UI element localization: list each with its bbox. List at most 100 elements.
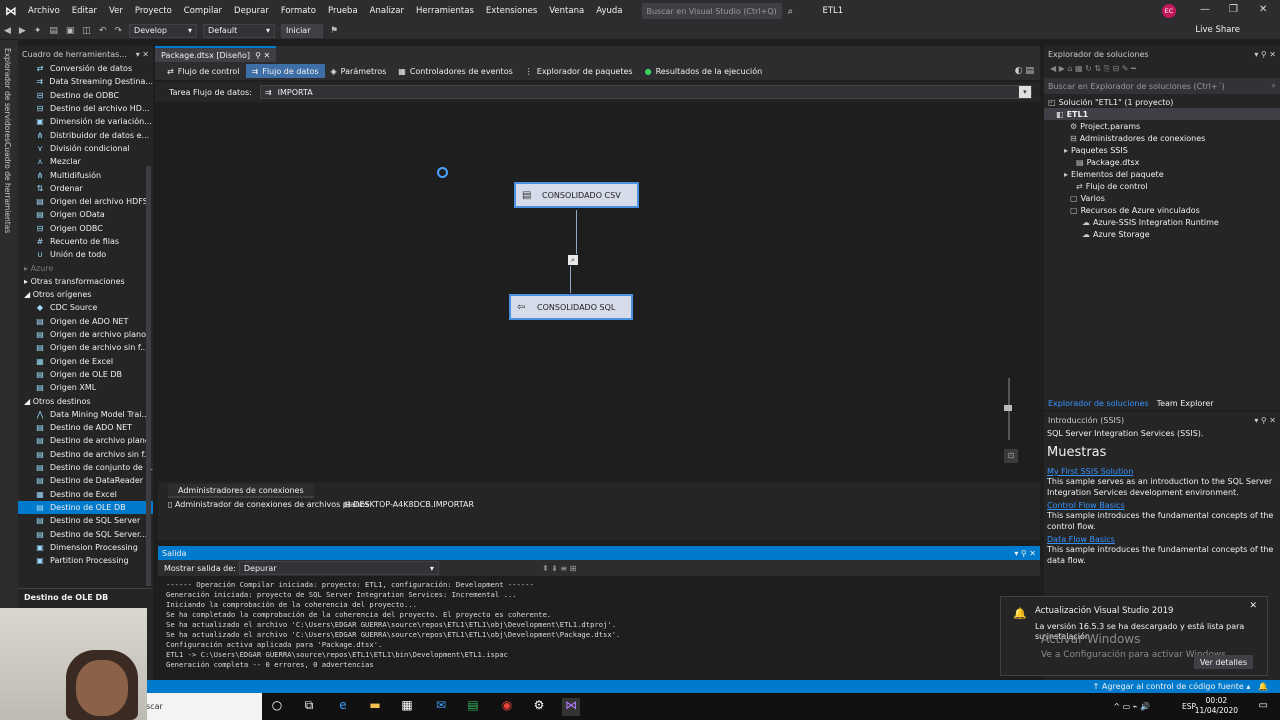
toolbox-group-otras-transformaciones[interactable]: ▸ Otras transformaciones (18, 275, 153, 288)
tab-package-design[interactable]: Package.dtsx [Diseño] ⚲ ✕ (155, 46, 277, 62)
tree-node[interactable]: ▢ Varios (1044, 192, 1280, 204)
pin-icon[interactable]: ⚲ (255, 51, 261, 60)
sample-link[interactable]: Data Flow Basics (1044, 532, 1280, 544)
toolbox-item[interactable]: ▤ Origen XML (18, 381, 153, 394)
panel-controls-icon[interactable]: ▾ ⚲ ✕ (1014, 549, 1036, 558)
menu-ver[interactable]: Ver (103, 6, 129, 16)
chrome-icon[interactable]: ◉ (498, 698, 516, 716)
close-icon[interactable]: ▾ ⚲ ✕ (1254, 416, 1276, 425)
toolbox-item[interactable]: ⇄ Conversión de datos (18, 62, 153, 75)
toolbox-item[interactable]: ▣ Dimension Processing (18, 541, 153, 554)
toolbox-item[interactable]: ▤ Destino de DataReader (18, 474, 153, 487)
toolbox-item[interactable]: ▤ Origen de archivo plano (18, 328, 153, 341)
excel-icon[interactable]: ▤ (464, 698, 482, 716)
data-path-line[interactable] (576, 210, 577, 254)
solution-explorer-search[interactable]: Buscar en Explorador de soluciones (Ctrl… (1044, 78, 1280, 94)
redo-icon[interactable]: ↷ (110, 26, 126, 36)
minimize-icon[interactable]: — (1200, 4, 1210, 15)
tab-flujo-de-control[interactable]: ⇄ Flujo de control (161, 64, 246, 78)
menu-extensiones[interactable]: Extensiones (480, 6, 543, 16)
toolbox-item[interactable]: ▤ Origen OData (18, 208, 153, 221)
store-icon[interactable]: ▦ (398, 698, 416, 716)
search-input[interactable]: Buscar en Visual Studio (Ctrl+Q) (642, 3, 783, 19)
tab-team-explorer[interactable]: Team Explorer (1153, 399, 1218, 408)
output-source-dropdown[interactable]: Depurar ▾ (238, 561, 439, 575)
menu-herramientas[interactable]: Herramientas (410, 6, 480, 16)
toolbox-item[interactable]: ▤ Destino de conjunto de ... (18, 461, 153, 474)
tab-explorador-de-paquetes[interactable]: ⋮ Explorador de paquetes (519, 64, 639, 78)
toolbox-item[interactable]: ⋏ Mezclar (18, 155, 153, 168)
tab-resultados-de-la-ejecucion[interactable]: ● Resultados de la ejecución (639, 64, 769, 78)
toolbox-item[interactable]: ⇅ Ordenar (18, 182, 153, 195)
menu-analizar[interactable]: Analizar (364, 6, 410, 16)
configuration-dropdown[interactable]: Develop ▾ (129, 23, 198, 38)
toolbox-item[interactable]: ▤ Destino de SQL Server (18, 514, 153, 527)
connection-manager-oledb[interactable]: ⊟ DESKTOP-A4K8DCB.IMPORTAR (344, 500, 474, 509)
toolbox-item[interactable]: ▤ Destino de archivo plano (18, 434, 153, 447)
toolbox-item[interactable]: ▤ Origen de archivo sin f... (18, 341, 153, 354)
open-folder-icon[interactable]: ▤ (45, 26, 62, 36)
forward-icon[interactable]: ▶ (15, 26, 30, 36)
toolbox-item[interactable]: ◆ CDC Source (18, 301, 153, 314)
component-consolidado-csv[interactable]: ▤ CONSOLIDADO CSV (514, 182, 639, 208)
new-project-icon[interactable]: ✦ (30, 26, 46, 36)
menu-ayuda[interactable]: Ayuda (590, 6, 628, 16)
toolbox-item[interactable]: ▤ Destino de OLE DB (18, 500, 153, 515)
avatar[interactable]: EC (1162, 4, 1176, 18)
menu-prueba[interactable]: Prueba (322, 6, 364, 16)
visual-studio-icon[interactable]: ⋈ (562, 698, 580, 716)
search-icon[interactable]: ⌕ (1272, 81, 1280, 91)
tree-node[interactable]: ▢ Recursos de Azure vinculados (1044, 204, 1280, 216)
tree-node[interactable]: ◧ ETL1 (1044, 108, 1280, 120)
tree-node[interactable]: ▸ Elementos del paquete (1044, 168, 1280, 180)
cortana-icon[interactable]: ○ (268, 698, 286, 716)
close-icon[interactable]: ✕ (1249, 601, 1257, 611)
search-icon[interactable]: ⌕ (782, 6, 798, 17)
menu-editar[interactable]: Editar (66, 6, 103, 16)
toolbox-item[interactable]: ▦ Origen de Excel (18, 355, 153, 368)
notifications-icon[interactable]: 🔔 (1258, 682, 1268, 691)
data-path-line-lower[interactable] (570, 266, 571, 293)
toolbox-item[interactable]: ▤ Origen del archivo HDFS (18, 195, 153, 208)
component-consolidado-sql[interactable]: ⇦ CONSOLIDADO SQL (509, 294, 633, 320)
data-flow-canvas[interactable]: ▤ CONSOLIDADO CSV ⌕ ⇦ CONSOLIDADO SQL ⊡ (158, 103, 1038, 478)
connection-manager-flat-file[interactable]: ▯ Administrador de conexiones de archivo… (168, 500, 369, 509)
close-icon[interactable]: ▾ ⚲ ✕ (1254, 50, 1276, 59)
data-viewer-icon[interactable]: ⌕ (568, 255, 578, 265)
toolbox-item[interactable]: # Recuento de filas (18, 235, 153, 248)
close-icon[interactable]: ▾ ✕ (136, 50, 149, 59)
toolbox-item[interactable]: ▤ Origen de ADO NET (18, 315, 153, 328)
toolbox-item[interactable]: ⇉ Data Streaming Destina... (18, 75, 153, 88)
task-dropdown[interactable]: ⇉ IMPORTA ▾ (259, 85, 1032, 99)
tree-node[interactable]: ⇄ Flujo de control (1044, 180, 1280, 192)
toolbox-item[interactable]: ▤ Destino de SQL Server... (18, 527, 153, 540)
toolbox-item[interactable]: ▦ Destino de Excel (18, 488, 153, 501)
add-to-source-control[interactable]: Agregar al control de código fuente (1102, 682, 1244, 691)
platform-dropdown[interactable]: Default ▾ (203, 23, 276, 38)
toolbox-item[interactable]: ⊟ Destino de ODBC (18, 89, 153, 102)
toolbox-item[interactable]: ▤ Destino de ADO NET (18, 421, 153, 434)
designer-options-icon[interactable]: ◐ ▤ (1015, 66, 1034, 76)
mail-icon[interactable]: ✉ (432, 698, 450, 716)
view-details-button[interactable]: Ver detalles (1193, 655, 1253, 669)
tree-node[interactable]: ▤ Package.dtsx (1044, 156, 1280, 168)
tab-toolbox[interactable]: Cuadro de herramientas (3, 142, 12, 233)
tab-controladores-de-eventos[interactable]: ▦ Controladores de eventos (392, 64, 519, 78)
tab-server-explorer[interactable]: Explorador de servidores (3, 48, 12, 142)
menu-compilar[interactable]: Compilar (178, 6, 228, 16)
save-icon[interactable]: ▣ (62, 26, 79, 36)
toolbox-item[interactable]: ⋀ Data Mining Model Trai... (18, 408, 153, 421)
tree-node[interactable]: ☁ Azure-SSIS Integration Runtime (1044, 216, 1280, 228)
tree-node[interactable]: ☁ Azure Storage (1044, 228, 1280, 240)
clock[interactable]: 00:02 11/04/2020 (1195, 696, 1238, 716)
maximize-icon[interactable]: ❐ (1229, 4, 1238, 15)
toolbox-item[interactable]: ▣ Dimensión de variación... (18, 115, 153, 128)
save-all-icon[interactable]: ◫ (78, 26, 95, 36)
toolbox-scrollbar[interactable] (146, 166, 151, 586)
sample-link[interactable]: Control Flow Basics (1044, 498, 1280, 510)
close-icon[interactable]: ✕ (264, 51, 271, 60)
toolbox-item[interactable]: ⊟ Destino del archivo HD... (18, 102, 153, 115)
visual-studio-logo-icon[interactable]: ⋈ (0, 0, 22, 22)
tree-node[interactable]: ⚙ Project.params (1044, 120, 1280, 132)
action-center-icon[interactable]: ▭ (1259, 700, 1268, 711)
